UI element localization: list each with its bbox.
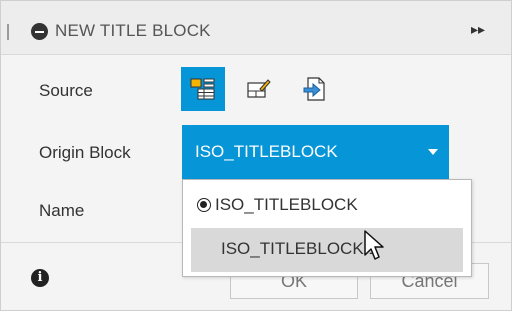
radio-selected-icon <box>197 198 211 212</box>
dropdown-option[interactable]: ISO_TITLEBLOCK 1 <box>191 228 463 272</box>
dropdown-option[interactable]: ISO_TITLEBLOCK <box>183 184 471 228</box>
name-label: Name <box>39 201 85 220</box>
import-file-icon-glyph <box>303 77 325 101</box>
browser-table-icon[interactable] <box>181 67 225 111</box>
chevron-down-icon <box>428 149 438 155</box>
option-label: ISO_TITLEBLOCK <box>215 195 358 214</box>
mouse-pointer-icon <box>363 229 385 268</box>
browser-table-icon-glyph <box>190 78 215 100</box>
sheet-edit-icon-glyph <box>247 79 271 98</box>
import-file-icon[interactable] <box>292 67 336 111</box>
origin-block-dropdown[interactable]: ISO_TITLEBLOCK <box>182 125 449 179</box>
option-label: ISO_TITLEBLOCK 1 <box>221 239 378 258</box>
drag-grip-icon[interactable] <box>7 24 9 40</box>
origin-block-label: Origin Block <box>39 143 131 162</box>
expand-arrows-icon[interactable]: ▸▸ <box>471 21 485 38</box>
new-title-block-dialog: NEW TITLE BLOCK ▸▸ Source Origin Block I… <box>0 0 512 311</box>
origin-block-options: ISO_TITLEBLOCK ISO_TITLEBLOCK 1 <box>182 179 472 277</box>
source-label: Source <box>39 81 93 100</box>
mouse-pointer-glyph <box>364 230 384 260</box>
origin-block-value: ISO_TITLEBLOCK <box>195 142 338 161</box>
collapse-icon[interactable] <box>31 23 48 40</box>
dialog-header[interactable]: NEW TITLE BLOCK ▸▸ <box>1 1 511 55</box>
sheet-edit-icon[interactable] <box>237 67 281 111</box>
info-icon[interactable]: i <box>31 269 49 287</box>
dialog-title: NEW TITLE BLOCK <box>55 21 211 40</box>
